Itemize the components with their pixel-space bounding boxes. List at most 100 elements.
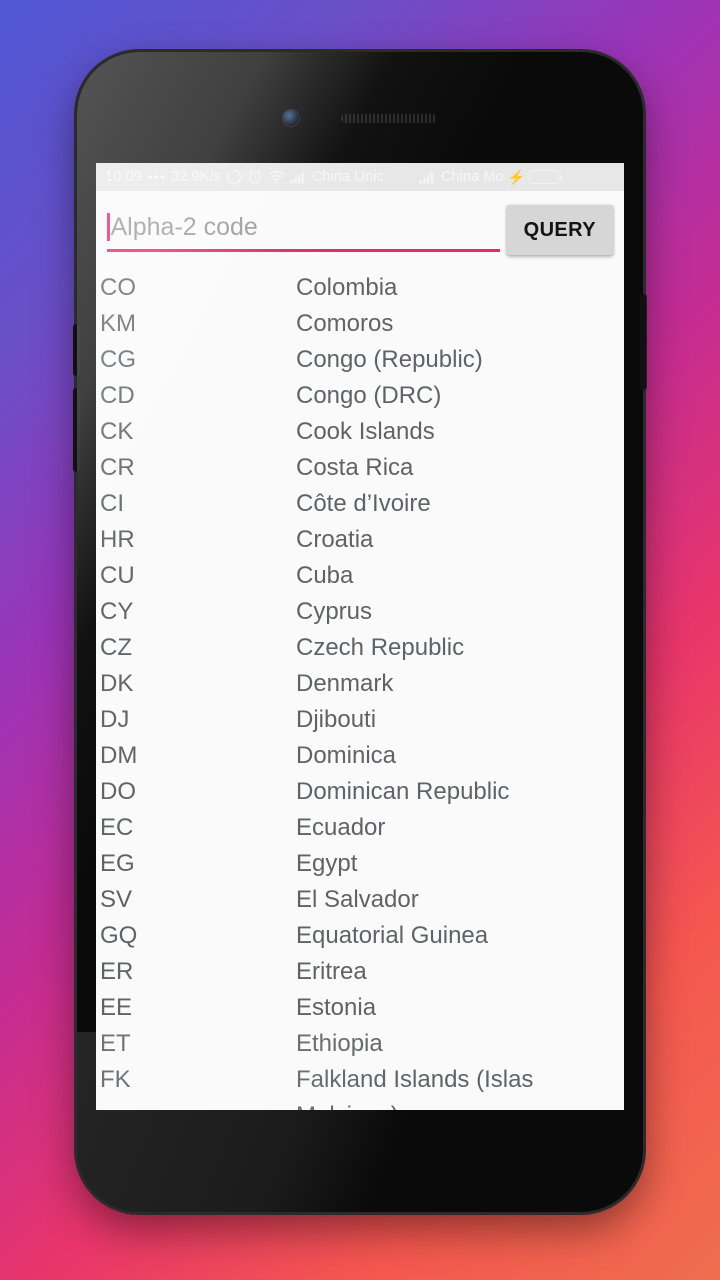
network-speed: 32.9K/s	[171, 169, 221, 185]
country-name-cell: Ethiopia	[296, 1030, 383, 1057]
country-name-cell: Dominica	[296, 742, 397, 769]
wifi-icon	[268, 169, 285, 185]
volume-down-button[interactable]	[73, 388, 80, 472]
country-code-cell: CO	[100, 274, 136, 301]
signal-bars-icon-sim2	[419, 170, 436, 184]
country-code-cell: EC	[100, 814, 134, 841]
table-row[interactable]: EE Estonia	[96, 990, 624, 1026]
country-name-cell: Eritrea	[296, 958, 367, 985]
table-row[interactable]: GQ Equatorial Guinea	[96, 918, 624, 954]
country-name-cell: Czech Republic	[296, 634, 465, 661]
country-code-cell: CK	[100, 418, 134, 445]
country-code-cell: CD	[100, 382, 135, 409]
charging-bolt-icon: ⚡	[507, 168, 526, 185]
search-bar: Alpha-2 code QUERY	[96, 191, 624, 255]
alpha2-code-field-wrapper[interactable]: Alpha-2 code	[107, 204, 500, 252]
alpha2-code-placeholder: Alpha-2 code	[110, 212, 258, 241]
table-row[interactable]: DK Denmark	[96, 666, 624, 702]
table-row[interactable]: DO Dominican Republic	[96, 774, 624, 810]
country-code-cell: DJ	[100, 706, 130, 733]
table-row[interactable]: SV El Salvador	[96, 882, 624, 918]
table-row[interactable]: DM Dominica	[96, 738, 624, 774]
table-row[interactable]: CO Colombia	[96, 270, 624, 306]
status-bar: 10:09 ••• 32.9K/s China Unic ··· China M…	[96, 163, 624, 191]
country-code-list[interactable]: CO Colombia KM Comoros CG Congo (Republic) CD C…	[96, 255, 624, 1110]
carrier-name-sim1: China Unic	[311, 169, 384, 185]
text-cursor	[107, 213, 110, 241]
country-name-cell: Cuba	[296, 562, 354, 589]
table-row[interactable]: CI Côte d’Ivoire	[96, 486, 624, 522]
country-name-cell: Egypt	[296, 850, 358, 877]
country-name-cell: Denmark	[296, 670, 394, 697]
table-row[interactable]: CY Cyprus	[96, 594, 624, 630]
country-code-cell: CZ	[100, 634, 132, 661]
country-name-cell: El Salvador	[296, 886, 419, 913]
table-row[interactable]: ET Ethiopia	[96, 1026, 624, 1062]
battery-icon	[529, 170, 563, 184]
country-code-cell: CU	[100, 562, 135, 589]
table-row[interactable]: CK Cook Islands	[96, 414, 624, 450]
country-name-cell: Ecuador	[296, 814, 386, 841]
country-code-cell: ER	[100, 958, 134, 985]
country-code-cell: GQ	[100, 922, 138, 949]
phone-body: 10:09 ••• 32.9K/s China Unic ··· China M…	[77, 52, 643, 1212]
country-name-cell: Falkland Islands (Islas Malvinas)	[296, 1066, 534, 1110]
volume-up-button[interactable]	[73, 324, 80, 376]
country-code-cell: SV	[100, 886, 133, 913]
country-code-cell: DO	[100, 778, 136, 805]
country-code-cell: CY	[100, 598, 134, 625]
country-code-cell: FK	[100, 1066, 131, 1093]
country-name-cell: Congo (DRC)	[296, 382, 442, 409]
carrier-name-sim2: China Mo	[440, 169, 504, 185]
country-name-cell: Congo (Republic)	[296, 346, 483, 373]
country-name-cell: Cook Islands	[296, 418, 435, 445]
alpha2-code-input[interactable]: Alpha-2 code	[107, 205, 500, 249]
country-name-cell: Estonia	[296, 994, 377, 1021]
table-row[interactable]: DJ Djibouti	[96, 702, 624, 738]
country-code-cell: EG	[100, 850, 135, 877]
country-code-cell: KM	[100, 310, 136, 337]
country-code-cell: HR	[100, 526, 135, 553]
status-dots: •••	[147, 168, 167, 186]
phone-sensor-row	[77, 110, 643, 126]
country-name-cell: Cyprus	[296, 598, 373, 625]
country-name-cell: Croatia	[296, 526, 374, 553]
country-name-cell: Côte d’Ivoire	[296, 490, 431, 517]
country-name-cell: Colombia	[296, 274, 398, 301]
country-code-cell: EE	[100, 994, 133, 1021]
country-code-cell: CI	[100, 490, 124, 517]
table-row[interactable]: CD Congo (DRC)	[96, 378, 624, 414]
table-row[interactable]: KM Comoros	[96, 306, 624, 342]
phone-mockup: 10:09 ••• 32.9K/s China Unic ··· China M…	[73, 52, 647, 1212]
table-row[interactable]: CG Congo (Republic)	[96, 342, 624, 378]
country-name-cell: Costa Rica	[296, 454, 414, 481]
sync-icon	[226, 169, 242, 185]
carrier-truncation-ellipsis: ···	[385, 171, 396, 183]
field-focus-underline	[107, 249, 500, 252]
country-code-cell: CG	[100, 346, 136, 373]
query-button[interactable]: QUERY	[506, 205, 613, 255]
country-name-cell: Comoros	[296, 310, 394, 337]
signal-bars-icon	[290, 170, 307, 184]
table-row[interactable]: CU Cuba	[96, 558, 624, 594]
earpiece-speaker-icon	[341, 113, 437, 123]
table-row[interactable]: CR Costa Rica	[96, 450, 624, 486]
phone-screen: 10:09 ••• 32.9K/s China Unic ··· China M…	[96, 163, 624, 1110]
table-row[interactable]: CZ Czech Republic	[96, 630, 624, 666]
country-code-cell: ET	[100, 1030, 131, 1057]
front-camera-icon	[283, 110, 299, 126]
country-name-cell: Dominican Republic	[296, 778, 510, 805]
status-time: 10:09	[105, 169, 143, 185]
country-name-cell: Djibouti	[296, 706, 377, 733]
country-code-cell: CR	[100, 454, 135, 481]
table-row[interactable]: FK Falkland Islands (Islas Malvinas)	[96, 1062, 624, 1110]
power-button[interactable]	[640, 294, 647, 390]
table-row[interactable]: ER Eritrea	[96, 954, 624, 990]
country-code-cell: DK	[100, 670, 134, 697]
alarm-clock-icon	[247, 169, 263, 185]
table-row[interactable]: HR Croatia	[96, 522, 624, 558]
table-row[interactable]: EG Egypt	[96, 846, 624, 882]
table-row[interactable]: EC Ecuador	[96, 810, 624, 846]
country-code-cell: DM	[100, 742, 138, 769]
country-name-cell: Equatorial Guinea	[296, 922, 489, 949]
